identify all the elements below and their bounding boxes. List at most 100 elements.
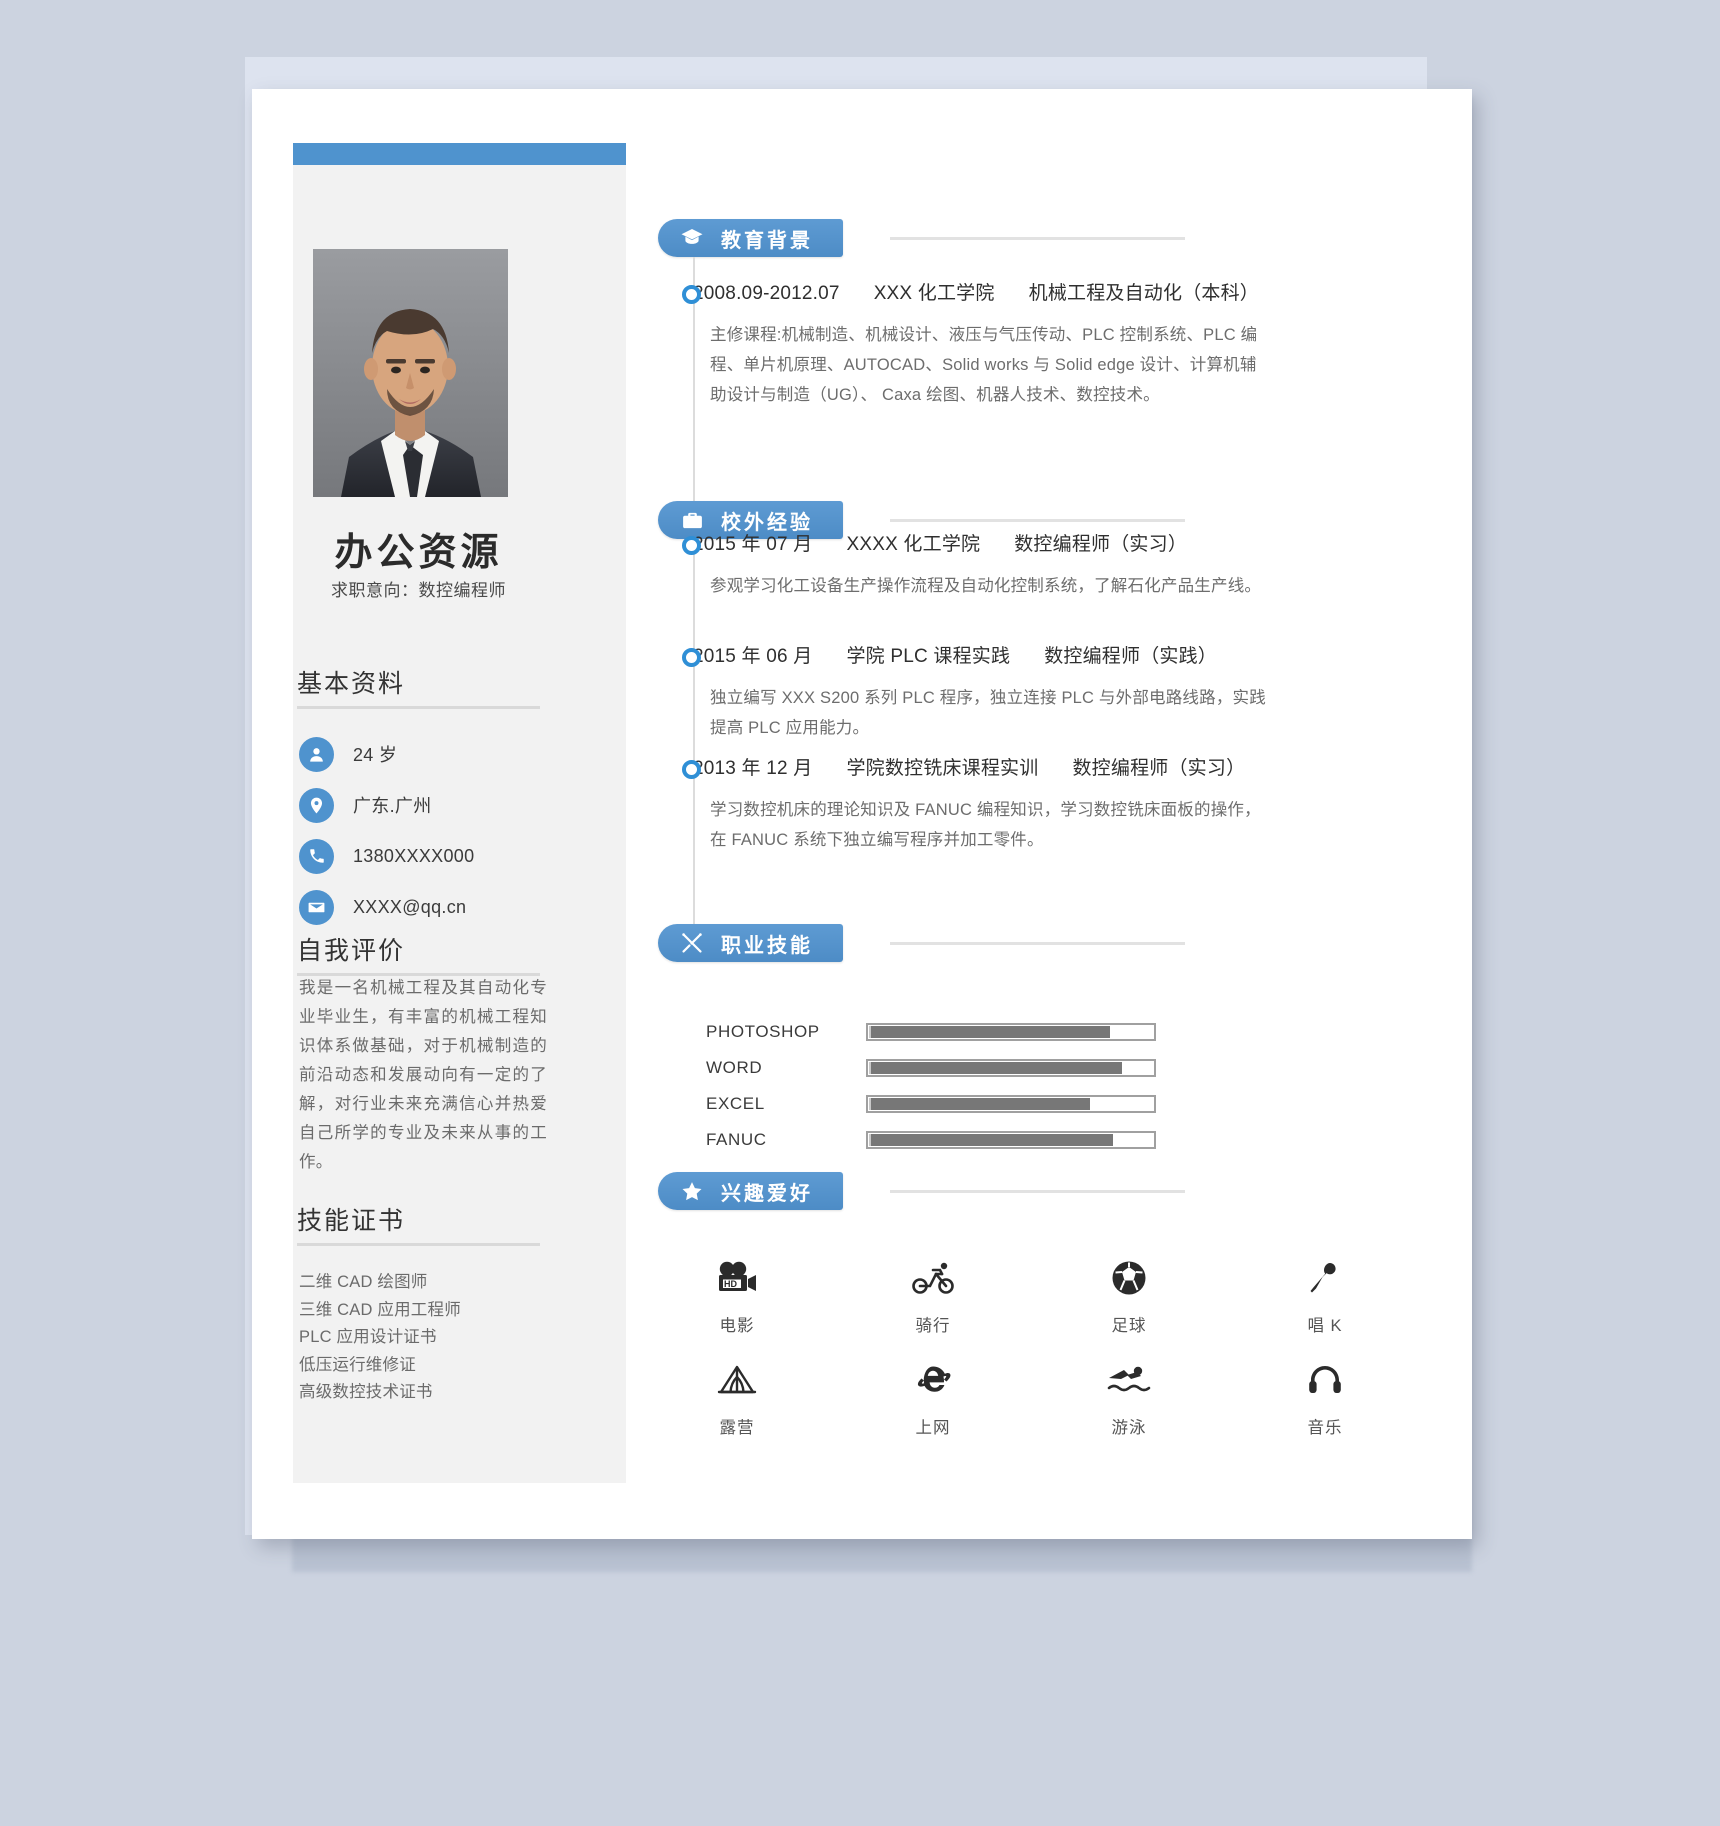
self-eval-text: 我是一名机械工程及其自动化专业毕业生，有丰富的机械工程知识体系做基础，对于机械制… xyxy=(299,979,547,1171)
entry-body: 学习数控机床的理论知识及 FANUC 编程知识，学习数控铣床面板的操作，在 FA… xyxy=(710,801,1261,849)
hobby-label: 足球 xyxy=(1111,1317,1147,1335)
section-title-experience: 校外经验 xyxy=(721,511,813,534)
list-item: PLC 应用设计证书 xyxy=(299,1328,437,1346)
soccer-ball-icon xyxy=(1080,1254,1178,1302)
skill-progress-bar xyxy=(866,1059,1156,1077)
internet-explorer-icon xyxy=(884,1356,982,1404)
portrait-photo-icon xyxy=(313,249,508,497)
skill-progress-fill xyxy=(869,1062,1122,1074)
skill-progress-fill xyxy=(869,1098,1091,1110)
section-title-hobbies: 兴趣爱好 xyxy=(721,1182,813,1205)
entry-heading: 2013 年 12 月 学院数控铣床课程实训 数控编程师（实习） xyxy=(693,756,1253,782)
entry-body: 参观学习化工设备生产操作流程及自动化控制系统，了解石化产品生产线。 xyxy=(710,577,1262,595)
skill-progress-fill xyxy=(869,1134,1113,1146)
graduation-cap-icon xyxy=(680,226,704,250)
entry-org: XXXX 化工学院 xyxy=(846,534,981,555)
entry-date: 2008.09-2012.07 xyxy=(693,283,840,304)
section-title-education: 教育背景 xyxy=(721,229,813,252)
entry-org: 学院数控铣床课程实训 xyxy=(846,758,1039,779)
entry-date: 2015 年 07 月 xyxy=(693,534,813,555)
education-entry-0: 2008.09-2012.07 XXX 化工学院 机械工程及自动化（本科） 主修课程… xyxy=(682,281,1259,410)
entry-heading: 2015 年 07 月 XXXX 化工学院 数控编程师（实习） xyxy=(693,532,1253,558)
timeline-dot xyxy=(682,648,701,667)
cycling-icon xyxy=(884,1254,982,1302)
contact-value-phone: 1380XXXX000 xyxy=(353,845,475,866)
skill-label: EXCEL xyxy=(706,1094,765,1113)
job-objective: 求职意向：数控编程师 xyxy=(331,581,506,600)
section-title-skills: 职业技能 xyxy=(721,934,813,957)
timeline-dot xyxy=(682,760,701,779)
list-item: 低压运行维修证 xyxy=(299,1355,416,1374)
contact-value-age: 24 岁 xyxy=(353,745,398,765)
hobby-label: 电影 xyxy=(719,1317,755,1335)
hobby-music: 音乐 xyxy=(1276,1356,1374,1438)
section-rule-skills xyxy=(890,942,1185,945)
entry-body: 独立编写 XXX S200 系列 PLC 程序，独立连接 PLC 与外部电路线路… xyxy=(710,689,1266,737)
certs-list: 二维 CAD 绘图师 三维 CAD 应用工程师 PLC 应用设计证书 低压运行维… xyxy=(299,1269,549,1407)
entry-date: 2013 年 12 月 xyxy=(693,758,813,779)
hobby-camping: 露营 xyxy=(688,1356,786,1438)
section-header-skills: 职业技能 xyxy=(658,924,1468,962)
phone-icon xyxy=(299,838,334,874)
main-column: 教育背景 2008.09-2012.07 XXX 化工学院 机械工程及自动化（本科）… xyxy=(648,89,1472,1539)
hobby-cycling: 骑行 xyxy=(884,1254,982,1336)
experience-entry-2: 2013 年 12 月 学院数控铣床课程实训 数控编程师（实习） 学习数控机床的理论… xyxy=(682,756,1261,855)
skill-row-word: WORD xyxy=(706,1050,1530,1086)
experience-entry-1: 2015 年 06 月 学院 PLC 课程实践 数控编程师（实践） 独立编写 XXX… xyxy=(682,644,1266,743)
entry-org: XXX 化工学院 xyxy=(873,283,995,304)
contact-value-location: 广东.广州 xyxy=(353,796,432,816)
entry-role: 机械工程及自动化（本科） xyxy=(1028,283,1259,304)
tools-icon xyxy=(680,931,704,955)
canvas: 办公资源 求职意向：数控编程师 基本资料 24 岁 广东.广州 1380XXXX… xyxy=(0,0,1720,1826)
skills-list: PHOTOSHOP WORD EXCEL FANUC xyxy=(706,1014,1530,1158)
entry-role: 数控编程师（实习） xyxy=(1072,758,1246,779)
user-icon xyxy=(299,736,334,772)
hobby-soccer: 足球 xyxy=(1080,1254,1178,1336)
pin-icon xyxy=(299,787,334,823)
svg-text:HD: HD xyxy=(724,1279,737,1289)
hobby-label: 露营 xyxy=(719,1419,755,1437)
skill-label: WORD xyxy=(706,1058,763,1077)
resume-page: 办公资源 求职意向：数控编程师 基本资料 24 岁 广东.广州 1380XXXX… xyxy=(252,89,1472,1539)
sidebar-accent-bar xyxy=(293,143,626,165)
experience-entry-0: 2015 年 07 月 XXXX 化工学院 数控编程师（实习） 参观学习化工设备生产… xyxy=(682,532,1261,601)
contact-value-email: XXXX@qq.cn xyxy=(353,896,467,917)
section-rule-experience xyxy=(890,519,1185,522)
hobby-label: 上网 xyxy=(915,1419,951,1437)
contact-row-location: 广东.广州 xyxy=(299,780,474,830)
timeline-dot xyxy=(682,285,701,304)
skill-row-excel: EXCEL xyxy=(706,1086,1530,1122)
hobby-swimming: 游泳 xyxy=(1080,1356,1178,1438)
section-pill-skills: 职业技能 xyxy=(658,924,843,962)
section-header-hobbies: 兴趣爱好 xyxy=(658,1172,1468,1210)
entry-date: 2015 年 06 月 xyxy=(693,646,813,667)
timeline-dot xyxy=(682,536,701,555)
movie-camera-icon: HD xyxy=(688,1254,786,1302)
basic-info-divider xyxy=(297,706,540,709)
contact-row-phone: 1380XXXX000 xyxy=(299,831,474,881)
section-rule-hobbies xyxy=(890,1190,1185,1193)
section-pill-education: 教育背景 xyxy=(658,219,843,257)
list-item: 高级数控技术证书 xyxy=(299,1383,433,1401)
hobby-label: 游泳 xyxy=(1111,1419,1147,1437)
section-rule-education xyxy=(890,237,1185,240)
entry-body: 主修课程:机械制造、机械设计、液压与气压传动、PLC 控制系统、PLC 编程、单… xyxy=(710,326,1258,404)
hobbies-grid: HD 电影 骑行 足球 唱 K 露营 上网 游泳 音乐 xyxy=(688,1254,1374,1438)
certs-title: 技能证书 xyxy=(297,1207,406,1235)
skill-progress-bar xyxy=(866,1095,1156,1113)
skill-label: FANUC xyxy=(706,1130,767,1149)
section-header-education: 教育背景 xyxy=(658,219,1468,257)
contact-row-email: XXXX@qq.cn xyxy=(299,882,474,932)
hobby-label: 骑行 xyxy=(915,1317,951,1335)
star-icon xyxy=(680,1179,704,1203)
skill-row-fanuc: FANUC xyxy=(706,1122,1530,1158)
hobby-internet: 上网 xyxy=(884,1356,982,1438)
section-pill-hobbies: 兴趣爱好 xyxy=(658,1172,843,1210)
skill-row-photoshop: PHOTOSHOP xyxy=(706,1014,1530,1050)
contact-row-age: 24 岁 xyxy=(299,729,474,779)
certs-divider xyxy=(297,1243,540,1246)
skill-progress-bar xyxy=(866,1023,1156,1041)
tent-icon xyxy=(688,1356,786,1404)
entry-role: 数控编程师（实习） xyxy=(1014,534,1188,555)
briefcase-icon xyxy=(680,508,704,532)
